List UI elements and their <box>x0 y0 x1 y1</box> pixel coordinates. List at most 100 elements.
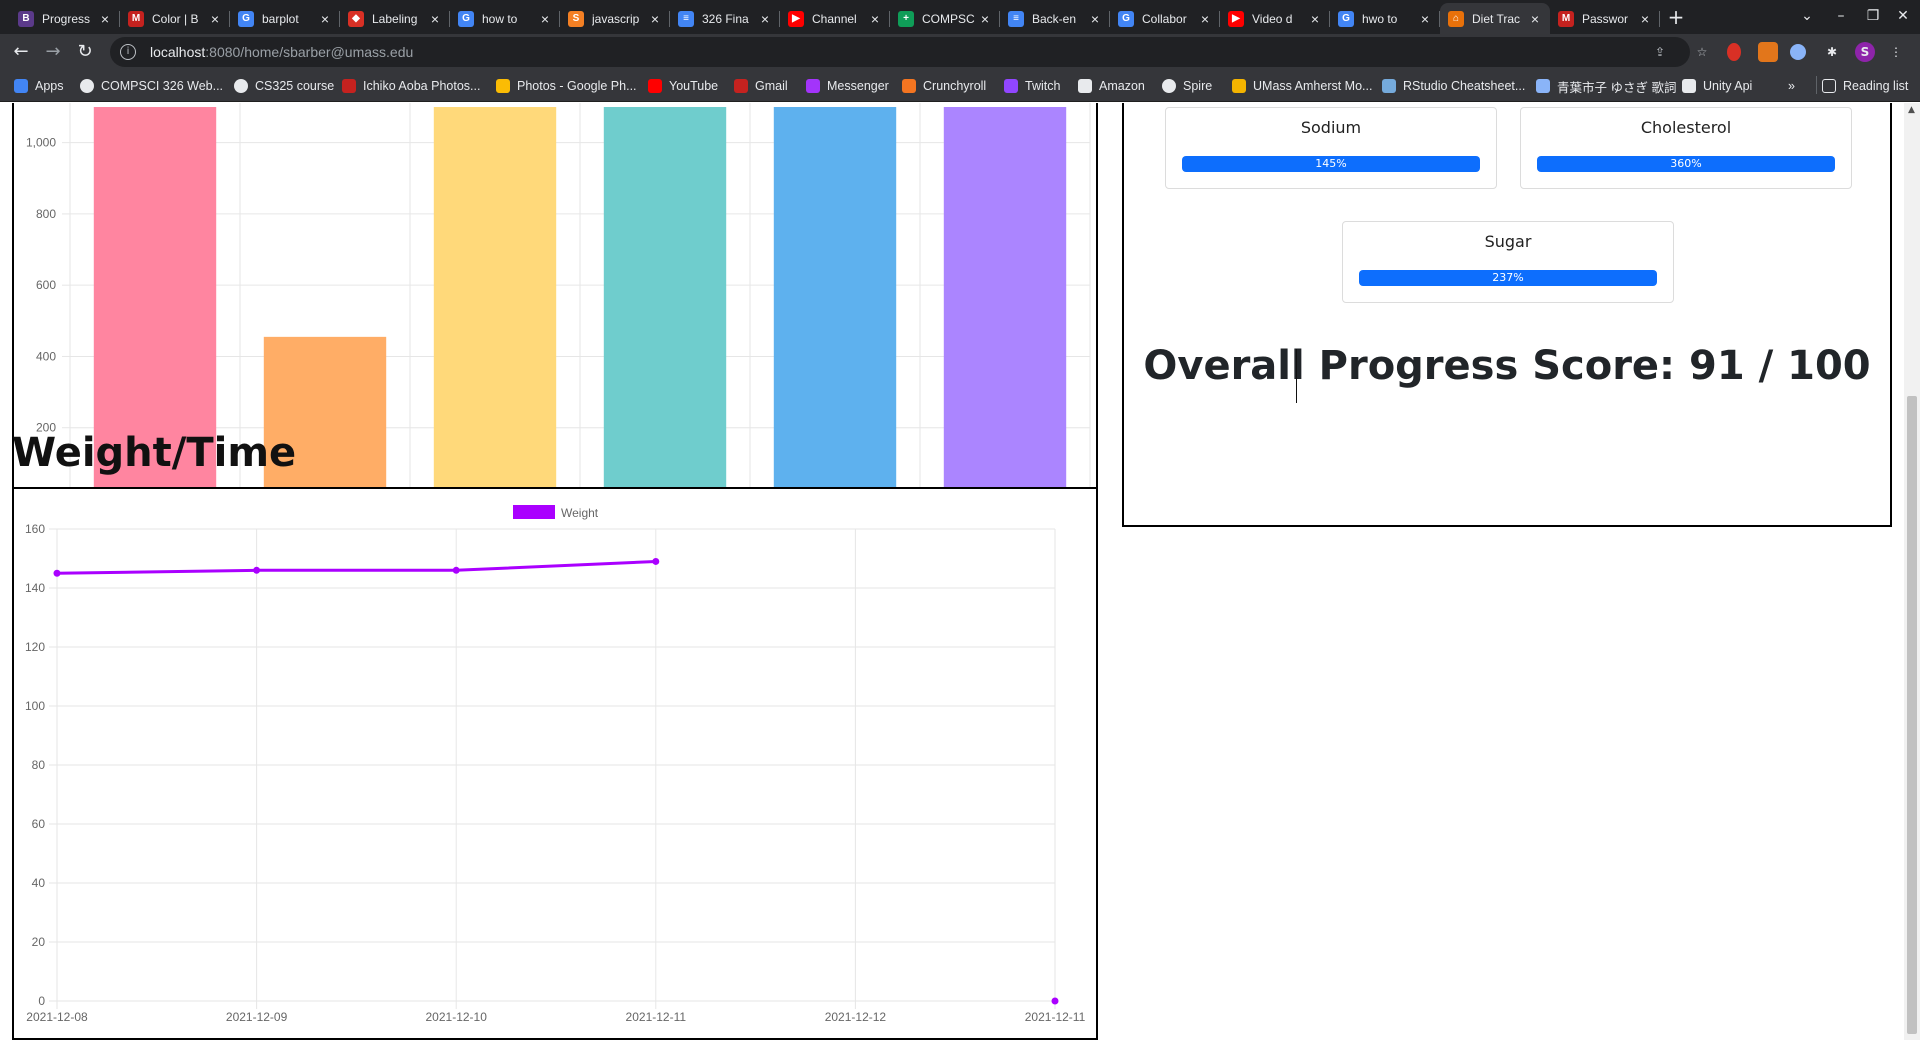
tab-title: Passwor <box>1582 11 1629 26</box>
extension-shield-icon[interactable] <box>1727 43 1741 61</box>
bookmark-item[interactable]: Gmail <box>734 76 788 96</box>
tab-close-icon[interactable]: × <box>208 11 222 27</box>
reading-list-label: Reading list <box>1843 79 1909 93</box>
browser-tab[interactable]: ▶ Video d × <box>1220 3 1330 34</box>
tab-favicon-icon: B <box>18 10 34 27</box>
url-text[interactable]: localhost:8080/home/sbarber@umass.edu <box>150 44 413 60</box>
bookmark-item[interactable]: 青葉市子 ゆさぎ 歌詞 <box>1536 76 1676 96</box>
line-chart-y-tick-label: 120 <box>25 640 45 654</box>
tab-close-icon[interactable]: × <box>1308 11 1322 27</box>
site-info-icon[interactable]: i <box>120 44 136 60</box>
tab-title: Color | B <box>152 11 199 26</box>
bookmark-item[interactable]: UMass Amherst Mo... <box>1232 76 1372 96</box>
bookmark-star-icon[interactable] <box>1678 42 1688 62</box>
profile-avatar[interactable]: S <box>1855 42 1875 62</box>
reading-list-icon <box>1822 79 1836 93</box>
bookmarks-bar: Apps COMPSCI 326 Web... CS325 course Ichiko… <box>0 70 1920 102</box>
line-chart-y-tick-label: 140 <box>25 581 45 595</box>
line-chart-y-tick-label: 60 <box>32 817 46 831</box>
browser-tab[interactable]: Gbarplot × <box>230 3 340 34</box>
bar-chart-bar <box>603 107 727 499</box>
browser-tab[interactable]: G Collabor × <box>1110 3 1220 34</box>
tab-title: how to <box>482 11 518 26</box>
line-chart-x-tick-label: 2021-12-09 <box>226 1010 288 1024</box>
reload-icon[interactable]: ↻ <box>72 40 98 64</box>
tab-close-icon[interactable]: × <box>868 11 882 27</box>
bookmark-item[interactable]: YouTube <box>648 76 718 96</box>
tab-close-icon[interactable]: × <box>758 11 772 27</box>
address-bar[interactable]: i localhost:8080/home/sbarber@umass.edu … <box>110 37 1690 67</box>
line-chart-y-tick-label: 40 <box>32 876 46 890</box>
bookmark-label: Crunchyroll <box>923 79 987 93</box>
back-icon[interactable]: ← <box>8 40 34 64</box>
scroll-up-arrow-icon[interactable]: ▲ <box>1908 105 1915 115</box>
bookmark-item[interactable]: Crunchyroll <box>902 76 986 96</box>
tab-close-icon[interactable]: × <box>1198 11 1212 27</box>
menu-kebab-icon[interactable]: ⋮ <box>1886 42 1906 62</box>
share-icon[interactable]: ⇪ <box>1650 42 1670 62</box>
tab-close-icon[interactable]: × <box>1528 11 1542 27</box>
weight-line-chart-panel: Weight 0 20 40 60 80 100 120 140 160 2021-12-08 202… <box>12 487 1098 1040</box>
bookmark-label: UMass Amherst Mo... <box>1253 79 1373 93</box>
browser-tab[interactable]: Ghow to × <box>450 3 560 34</box>
tab-close-icon[interactable]: × <box>98 11 112 27</box>
tab-close-icon[interactable]: × <box>978 11 992 27</box>
tab-favicon-icon: M <box>128 10 144 27</box>
bookmark-item[interactable]: Messenger <box>806 76 889 96</box>
forward-icon[interactable]: → <box>40 40 66 64</box>
metamask-fox-icon[interactable] <box>1758 42 1778 62</box>
scrollbar-thumb[interactable] <box>1907 396 1917 1034</box>
page-viewport: 02004006008001,0002021-12-082021-12-0920… <box>0 103 1904 1040</box>
sugar-label: Sugar <box>1484 232 1532 251</box>
line-chart-point <box>1051 997 1059 1005</box>
bookmark-favicon-icon <box>80 79 94 93</box>
browser-tab[interactable]: B Progress × <box>10 3 120 34</box>
star-icon[interactable]: ☆ <box>1692 42 1712 62</box>
weight-line-chart: Weight 0 20 40 60 80 100 120 140 160 2021-12-08 202… <box>25 505 1086 1024</box>
bookmark-favicon-icon <box>648 79 662 93</box>
tab-close-icon[interactable]: × <box>1638 11 1652 27</box>
line-chart-point <box>652 557 660 565</box>
tab-close-icon[interactable]: × <box>538 11 552 27</box>
bookmark-item[interactable]: Spire <box>1162 76 1212 96</box>
bookmark-item[interactable]: Ichiko Aoba Photos... <box>342 76 480 96</box>
text-caret <box>1296 349 1297 403</box>
browser-tab[interactable]: ⌂ Diet Trac × <box>1440 3 1550 34</box>
bookmark-item[interactable]: COMPSCI 326 Web... <box>80 76 223 96</box>
bookmark-item[interactable]: Photos - Google Ph... <box>496 76 637 96</box>
tab-close-icon[interactable]: × <box>428 11 442 27</box>
browser-tab[interactable]: Ghwo to × <box>1330 3 1440 34</box>
tab-close-icon[interactable]: × <box>1088 11 1102 27</box>
nutrition-panel: Sodium 145% Cholesterol 360% Sugar 237% … <box>1122 103 1892 527</box>
browser-tab[interactable]: M Color | B × <box>120 3 230 34</box>
tab-close-icon[interactable]: × <box>318 11 332 27</box>
bookmark-label: Amazon <box>1099 79 1145 93</box>
puzzle-extensions-icon[interactable]: ✱ <box>1822 42 1842 62</box>
bookmark-item[interactable]: Apps <box>14 76 64 96</box>
bookmark-label: 青葉市子 ゆさぎ 歌詞 <box>1557 80 1677 95</box>
bookmark-item[interactable]: CS325 course <box>234 76 334 96</box>
sodium-progress-bar: 145% <box>1182 156 1480 172</box>
new-tab-button[interactable]: + <box>1664 6 1688 30</box>
page-scrollbar[interactable]: ▲ <box>1904 103 1920 1040</box>
bookmark-item[interactable]: Amazon <box>1078 76 1145 96</box>
close-window-button[interactable]: ✕ <box>1880 4 1920 28</box>
bookmark-item[interactable]: Twitch <box>1004 76 1060 96</box>
tab-favicon-icon: G <box>238 10 254 27</box>
browser-tab[interactable]: ▶ Channel × <box>780 3 890 34</box>
browser-tab[interactable]: + COMPSC × <box>890 3 1000 34</box>
tab-close-icon[interactable]: × <box>648 11 662 27</box>
more-bookmarks-button[interactable]: » <box>1788 76 1795 96</box>
browser-tab[interactable]: ◆ Labeling × <box>340 3 450 34</box>
browser-tab[interactable]: ≡ 326 Fina × <box>670 3 780 34</box>
overall-progress-score: Overall Progress Score: 91 / 100 <box>1143 343 1871 389</box>
extension-search-icon[interactable] <box>1790 44 1806 60</box>
tab-close-icon[interactable]: × <box>1418 11 1432 27</box>
bookmark-item[interactable]: Unity Api <box>1682 76 1752 96</box>
browser-tab[interactable]: M Passwor × <box>1550 3 1660 34</box>
reading-list-button[interactable]: Reading list <box>1822 76 1908 96</box>
line-chart-y-tick-label: 80 <box>32 758 46 772</box>
browser-tab[interactable]: Sjavascrip × <box>560 3 670 34</box>
bookmark-item[interactable]: RStudio Cheatsheet... <box>1382 76 1525 96</box>
browser-tab[interactable]: ≡ Back-en × <box>1000 3 1110 34</box>
